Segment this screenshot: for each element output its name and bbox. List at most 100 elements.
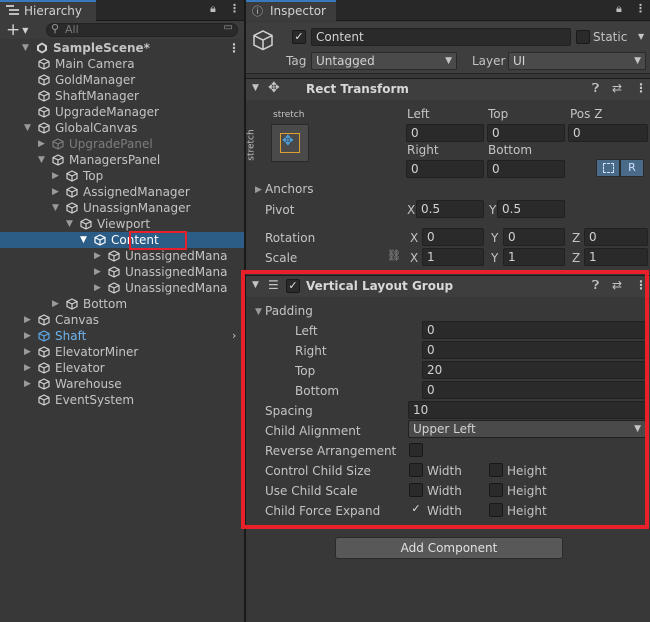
hierarchy-row[interactable]: GoldManager <box>0 72 244 88</box>
static-dropdown-icon[interactable]: ▼ <box>638 32 644 41</box>
fold-open-icon[interactable]: ▼ <box>24 120 31 136</box>
hierarchy-row[interactable]: ▶ AssignedManager <box>0 184 244 200</box>
open-prefab-arrow-icon[interactable]: › <box>232 328 236 344</box>
scale-x-field[interactable]: 1 <box>422 248 484 266</box>
hierarchy-row[interactable]: ▶ Elevator <box>0 360 244 376</box>
hierarchy-row[interactable]: ▶ Bottom <box>0 296 244 312</box>
hierarchy-row[interactable]: ▶ UnassignedMana <box>0 280 244 296</box>
kebab-menu-icon[interactable]: ⋮ <box>635 2 646 15</box>
gameobject-cube-icon <box>38 378 50 390</box>
add-component-button[interactable]: Add Component <box>335 537 563 559</box>
hierarchy-tree: ▼ SampleScene* ⋮ Main Camera GoldManager Shaf… <box>0 40 244 622</box>
hierarchy-row-label: Canvas <box>55 313 100 327</box>
hierarchy-tabbar: Hierarchy 🔒︎ ⋮ <box>0 0 244 21</box>
hierarchy-row[interactable]: ▶ UpgradePanel <box>0 136 244 152</box>
hierarchy-row[interactable]: EventSystem <box>0 392 244 408</box>
hierarchy-row[interactable]: ▼ Content <box>0 232 244 248</box>
scale-y-field[interactable]: 1 <box>503 248 565 266</box>
fold-closed-icon[interactable]: ▶ <box>52 168 59 184</box>
kebab-menu-icon[interactable]: ⋮ <box>635 81 647 95</box>
fold-closed-icon[interactable]: ▶ <box>52 184 59 200</box>
hierarchy-row[interactable]: ▼ Viewport <box>0 216 244 232</box>
hierarchy-row[interactable]: ▶ ElevatorMiner <box>0 344 244 360</box>
hierarchy-row[interactable]: ▶ UnassignedMana <box>0 264 244 280</box>
search-field[interactable]: ⚲ All ▭ <box>46 22 238 37</box>
left-field[interactable]: 0 <box>406 124 484 142</box>
fold-open-icon[interactable]: ▼ <box>22 40 29 56</box>
add-button[interactable]: + ▼ <box>6 20 28 40</box>
object-name-field[interactable]: Content <box>311 28 571 46</box>
anchor-preset-button[interactable]: ✥ <box>271 124 309 162</box>
pivot-y-label: Y <box>489 203 497 217</box>
blueprint-mode-button[interactable] <box>596 159 620 177</box>
fold-open-icon[interactable]: ▼ <box>38 152 45 168</box>
inspector-tab[interactable]: ⓘ Inspector <box>246 0 336 21</box>
hierarchy-row[interactable]: UpgradeManager <box>0 104 244 120</box>
pivot-y-field[interactable]: 0.5 <box>497 200 565 218</box>
rot-y-field[interactable]: 0 <box>503 228 565 246</box>
fold-open-icon[interactable]: ▼ <box>52 200 59 216</box>
fold-closed-icon[interactable]: ▶ <box>24 328 31 344</box>
rect-transform-header[interactable]: ▼ ✥ Rect Transform ❓︎ ⇄ ⋮ <box>246 78 650 100</box>
rot-x-field[interactable]: 0 <box>422 228 484 246</box>
hierarchy-row[interactable]: ▶ Shaft › <box>0 328 244 344</box>
pivot-x-field[interactable]: 0.5 <box>416 200 484 218</box>
gameobject-cube-icon <box>38 314 50 326</box>
layer-dropdown[interactable]: UI ▼ <box>508 52 646 70</box>
bottom-field[interactable]: 0 <box>487 160 565 178</box>
hierarchy-row[interactable]: ▶ Canvas <box>0 312 244 328</box>
fold-open-icon[interactable]: ▼ <box>80 232 87 248</box>
hierarchy-row-label: ShaftManager <box>55 89 139 103</box>
rot-x-label: X <box>410 231 419 245</box>
fold-closed-icon[interactable]: ▶ <box>94 280 101 296</box>
fold-open-icon[interactable]: ▼ <box>66 216 73 232</box>
help-icon[interactable]: ❓︎ <box>592 81 599 96</box>
hierarchy-tab[interactable]: Hierarchy <box>0 0 96 21</box>
fold-closed-icon[interactable]: ▶ <box>24 312 31 328</box>
lock-icon[interactable]: 🔒︎ <box>210 2 216 16</box>
hierarchy-row[interactable]: ▼ GlobalCanvas <box>0 120 244 136</box>
hierarchy-row[interactable]: ▶ Warehouse <box>0 376 244 392</box>
fold-closed-icon[interactable]: ▶ <box>52 296 59 312</box>
hierarchy-row[interactable]: ▶ UnassignedMana <box>0 248 244 264</box>
tag-dropdown[interactable]: Untagged ▼ <box>311 52 457 70</box>
fold-closed-icon[interactable]: ▶ <box>255 185 262 195</box>
active-checkbox[interactable]: ✓ <box>292 30 306 44</box>
gameobject-cube-icon <box>66 186 78 198</box>
fold-closed-icon[interactable]: ▶ <box>24 376 31 392</box>
fold-closed-icon[interactable]: ▶ <box>38 136 45 152</box>
hierarchy-row[interactable]: ShaftManager <box>0 88 244 104</box>
search-filter-icon[interactable]: ▭ <box>224 22 233 33</box>
raw-edit-button[interactable]: R <box>620 159 644 177</box>
hierarchy-row-label: ElevatorMiner <box>55 345 139 359</box>
fold-open-icon[interactable]: ▼ <box>252 83 259 93</box>
rot-z-field[interactable]: 0 <box>584 228 648 246</box>
hierarchy-row[interactable]: ▼ ManagersPanel <box>0 152 244 168</box>
fold-closed-icon[interactable]: ▶ <box>94 264 101 280</box>
static-checkbox[interactable] <box>576 30 590 44</box>
right-field[interactable]: 0 <box>406 160 484 178</box>
kebab-menu-icon[interactable]: ⋮ <box>228 40 240 56</box>
fold-closed-icon[interactable]: ▶ <box>24 344 31 360</box>
hierarchy-row-label: Elevator <box>55 361 105 375</box>
fold-closed-icon[interactable]: ▶ <box>24 360 31 376</box>
top-field[interactable]: 0 <box>487 124 565 142</box>
gameobject-cube-icon <box>38 106 50 118</box>
lock-icon[interactable]: 🔒︎ <box>616 2 622 16</box>
constrain-proportions-icon[interactable]: ⛓ <box>387 249 401 262</box>
scale-z-field[interactable]: 1 <box>584 248 648 266</box>
chevron-down-icon: ▼ <box>445 56 452 66</box>
kebab-menu-icon[interactable]: ⋮ <box>229 2 240 15</box>
inspector-tab-label: Inspector <box>270 4 326 18</box>
hierarchy-row-label: ManagersPanel <box>69 153 161 167</box>
hierarchy-row[interactable]: Main Camera <box>0 56 244 72</box>
object-header: ✓ Content Static ▼ Tag Untagged ▼ Layer … <box>246 22 650 74</box>
hierarchy-row[interactable]: ▼ UnassignManager <box>0 200 244 216</box>
hierarchy-row-label: UnassignManager <box>83 201 191 215</box>
scene-row[interactable]: ▼ SampleScene* ⋮ <box>0 40 244 56</box>
presets-icon[interactable]: ⇄ <box>612 81 622 95</box>
dotted-rect-icon <box>603 163 614 173</box>
fold-closed-icon[interactable]: ▶ <box>94 248 101 264</box>
posz-field[interactable]: 0 <box>568 124 648 142</box>
hierarchy-row[interactable]: ▶ Top <box>0 168 244 184</box>
